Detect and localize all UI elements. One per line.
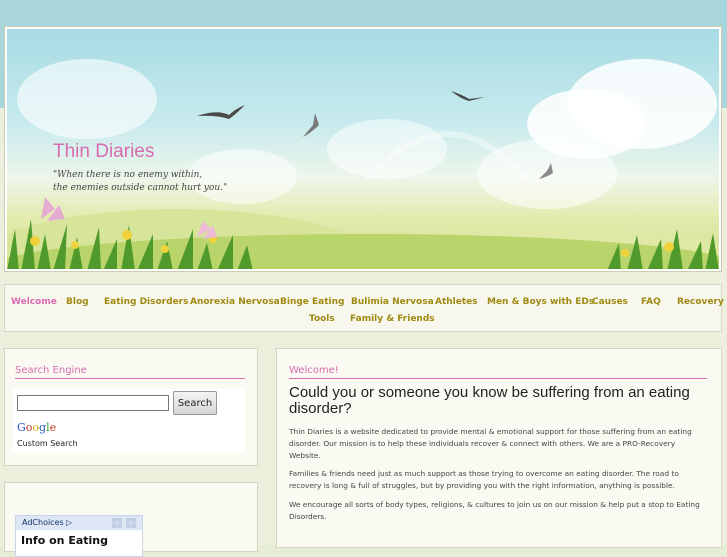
adchoices-label[interactable]: AdChoices [22,518,64,527]
butterfly-icon [197,221,217,239]
nav-item-faq[interactable]: FAQ [641,297,661,307]
ad-next-icon[interactable]: › [126,518,136,528]
nav-item-men-boys[interactable]: Men & Boys with EDs [487,297,594,307]
adchoices-icon: ▷ [66,518,73,527]
site-header: Thin Diaries "When there is no enemy wit… [4,26,722,272]
welcome-label: Welcome! [289,365,707,379]
ad-headline[interactable]: Info on Eating [21,534,108,547]
nav-item-tools[interactable]: Tools [309,314,335,324]
nav-item-anorexia-nervosa[interactable]: Anorexia Nervosa [190,297,280,307]
nav-item-blog[interactable]: Blog [66,297,89,307]
nav-item-recovery[interactable]: Recovery [677,297,724,307]
nav-item-bulimia-nervosa[interactable]: Bulimia Nervosa [351,297,434,307]
welcome-paragraph-2: Families & friends need just as much sup… [289,469,679,490]
welcome-paragraph-3: We encourage all sorts of body types, re… [289,500,700,521]
site-title[interactable]: Thin Diaries [53,141,154,163]
tagline-line-1: "When there is no enemy within, [53,170,203,180]
search-input[interactable] [17,395,169,411]
butterfly-icon [41,197,65,221]
nav-item-causes[interactable]: Causes [592,297,628,307]
welcome-heading: Could you or someone you know be sufferi… [289,384,690,417]
bird-icon [539,163,553,179]
bird-icon [303,113,319,137]
welcome-paragraph-1: Thin Diaries is a website dedicated to p… [289,427,692,460]
ad-panel: AdChoices ▷ ‹ › Info on Eating [4,482,258,557]
ad-unit[interactable]: AdChoices ▷ ‹ › Info on Eating [15,515,143,557]
ad-prev-icon[interactable]: ‹ [112,518,122,528]
nav-item-welcome[interactable]: Welcome [11,297,57,307]
search-button[interactable]: Search [173,391,217,415]
bird-icon [451,91,485,101]
nav-item-athletes[interactable]: Athletes [435,297,478,307]
welcome-panel: Welcome! Could you or someone you know b… [276,348,722,548]
bird-icon [197,105,245,119]
site-tagline: "When there is no enemy within, the enem… [53,169,227,195]
google-logo: Google [17,421,57,434]
search-panel: Search Engine Search Google Custom Searc… [4,348,258,466]
header-scene: Thin Diaries "When there is no enemy wit… [7,29,719,269]
custom-search-label: Custom Search [17,439,78,448]
tagline-line-2: the enemies outside cannot hurt you." [53,183,228,193]
nav-item-family-friends[interactable]: Family & Friends [350,314,435,324]
nav-item-binge-eating[interactable]: Binge Eating [280,297,345,307]
nav-item-eating-disorders[interactable]: Eating Disorders [104,297,188,307]
main-navigation: Welcome Blog Eating Disorders Anorexia N… [4,284,724,332]
search-panel-title: Search Engine [15,365,245,379]
